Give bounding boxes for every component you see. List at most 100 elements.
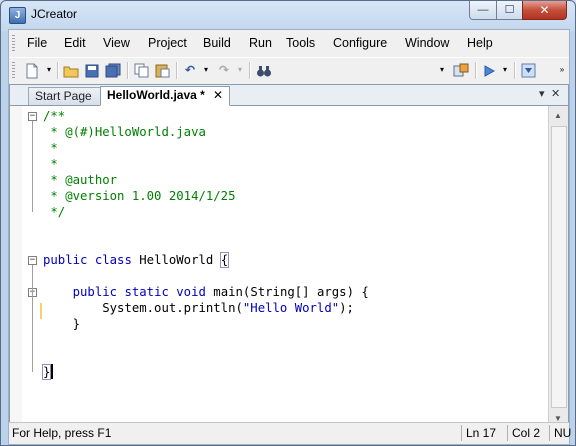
code-line[interactable]: }	[41, 364, 52, 380]
menu-build[interactable]: Build	[203, 36, 231, 50]
status-separator	[507, 425, 508, 441]
paste-icon	[155, 64, 169, 78]
code-line[interactable]: * @author	[43, 172, 117, 188]
undo-dropdown[interactable]: ▾	[201, 61, 211, 79]
toolbar-separator	[475, 62, 477, 79]
menubar-grip-icon[interactable]	[12, 35, 15, 51]
code-token: static	[124, 285, 169, 299]
vertical-scrollbar[interactable]: ▲ ▼	[548, 106, 568, 428]
menu-tools[interactable]: Tools	[286, 36, 315, 50]
code-token: main(String[] args) {	[205, 285, 369, 299]
menu-help[interactable]: Help	[467, 36, 493, 50]
code-line[interactable]: public class HelloWorld {	[43, 252, 230, 268]
menu-window[interactable]: Window	[405, 36, 449, 50]
toolbar-separator	[176, 62, 178, 79]
find-icon	[257, 65, 271, 77]
document-area: Start Page HelloWorld.java * ✕ ▾ ✕ /** − …	[9, 84, 569, 430]
config-dropdown[interactable]: ▾	[437, 61, 447, 79]
toolbar-separator	[249, 62, 251, 79]
redo-dropdown[interactable]: ▾	[235, 61, 245, 79]
menu-configure[interactable]: Configure	[333, 36, 387, 50]
client-area: File Edit View Project Build Run Tools C…	[8, 29, 571, 445]
paste-button[interactable]	[152, 61, 172, 79]
undo-button[interactable]: ↶	[180, 61, 200, 79]
maximize-button[interactable]: ☐	[496, 1, 523, 20]
toolbar: ▾ ↶ ▾ ↷ ▾ ▾ ▾ »	[9, 57, 569, 84]
new-file-dropdown[interactable]: ▾	[44, 61, 54, 79]
toolbar-separator	[57, 62, 59, 79]
new-file-button[interactable]	[21, 61, 43, 79]
code-token: public	[43, 253, 88, 267]
text-caret	[51, 364, 53, 379]
undo-icon: ↶	[184, 63, 196, 77]
scroll-up-arrow-icon[interactable]: ▲	[551, 108, 565, 123]
fold-guide-line	[32, 297, 33, 324]
minimize-button[interactable]: —	[469, 1, 497, 20]
close-icon[interactable]: ✕	[213, 87, 223, 104]
code-editor[interactable]: /** − * @(#)HelloWorld.java * * * @author…	[10, 106, 548, 428]
menu-project[interactable]: Project	[148, 36, 187, 50]
toolbar-separator	[127, 62, 129, 79]
code-token: * @version 1.00 2014/1/25	[43, 189, 236, 203]
find-button[interactable]	[254, 61, 274, 79]
copy-button[interactable]	[131, 61, 151, 79]
tab-list-dropdown-icon[interactable]: ▾	[539, 87, 545, 100]
save-button[interactable]	[82, 61, 102, 79]
menu-edit[interactable]: Edit	[64, 36, 86, 50]
build-icon	[453, 63, 469, 77]
close-button[interactable]: ✕	[522, 1, 567, 20]
status-help-text: For Help, press F1	[12, 426, 112, 440]
code-line[interactable]: }	[43, 316, 80, 332]
code-token: }	[43, 317, 81, 331]
app-window: J JCreator — ☐ ✕ File Edit View Project …	[0, 0, 576, 446]
code-line[interactable]: */	[43, 204, 65, 220]
fold-toggle-icon[interactable]: −	[28, 256, 37, 265]
code-token: void	[176, 285, 206, 299]
run-dropdown[interactable]: ▾	[500, 61, 510, 79]
copy-icon	[134, 63, 148, 78]
fold-toggle-icon[interactable]: −	[28, 112, 37, 121]
status-column: Col 2	[512, 426, 541, 440]
menu-view[interactable]: View	[103, 36, 130, 50]
code-line[interactable]: *	[43, 156, 58, 172]
code-line[interactable]: /**	[43, 108, 65, 124]
code-token: "Hello World"	[242, 301, 340, 315]
code-token: *	[43, 157, 58, 171]
save-all-icon	[105, 63, 121, 78]
code-token: {	[219, 252, 230, 268]
status-line: Ln 17	[466, 426, 497, 440]
code-token: }	[41, 364, 52, 380]
menu-run[interactable]: Run	[249, 36, 272, 50]
open-button[interactable]	[61, 61, 81, 79]
toolbar-overflow-icon[interactable]: »	[558, 61, 566, 79]
code-token: class	[94, 253, 132, 267]
debug-button[interactable]	[518, 61, 538, 79]
toolbar-separator	[514, 62, 516, 79]
debug-icon	[521, 63, 535, 78]
menu-file[interactable]: File	[27, 36, 47, 50]
code-line[interactable]: * @version 1.00 2014/1/25	[43, 188, 236, 204]
redo-button[interactable]: ↷	[214, 61, 234, 79]
code-token: HelloWorld	[131, 253, 221, 267]
code-line[interactable]: public static void main(String[] args) {	[43, 284, 369, 300]
code-token: * @(#)HelloWorld.java	[43, 125, 206, 139]
code-line[interactable]: * @(#)HelloWorld.java	[43, 124, 206, 140]
code-line[interactable]: *	[43, 140, 57, 156]
title-bar[interactable]: J JCreator — ☐ ✕	[1, 1, 575, 28]
status-separator	[461, 425, 462, 441]
code-line[interactable]: System.out.println("Hello World");	[43, 300, 354, 316]
scrollbar-thumb[interactable]	[551, 126, 567, 408]
tab-helloworld-java[interactable]: HelloWorld.java * ✕	[100, 86, 230, 106]
save-icon	[85, 64, 99, 78]
run-button[interactable]	[479, 61, 499, 79]
build-button[interactable]	[451, 61, 471, 79]
close-document-icon[interactable]: ✕	[551, 87, 560, 100]
editor-gutter	[10, 106, 22, 428]
toolbar-grip-icon[interactable]	[12, 62, 15, 79]
run-icon	[484, 64, 495, 77]
status-separator	[549, 425, 550, 441]
jcreator-app-icon[interactable]: J	[9, 7, 26, 24]
save-all-button[interactable]	[103, 61, 123, 79]
code-token: * @author	[43, 173, 118, 187]
